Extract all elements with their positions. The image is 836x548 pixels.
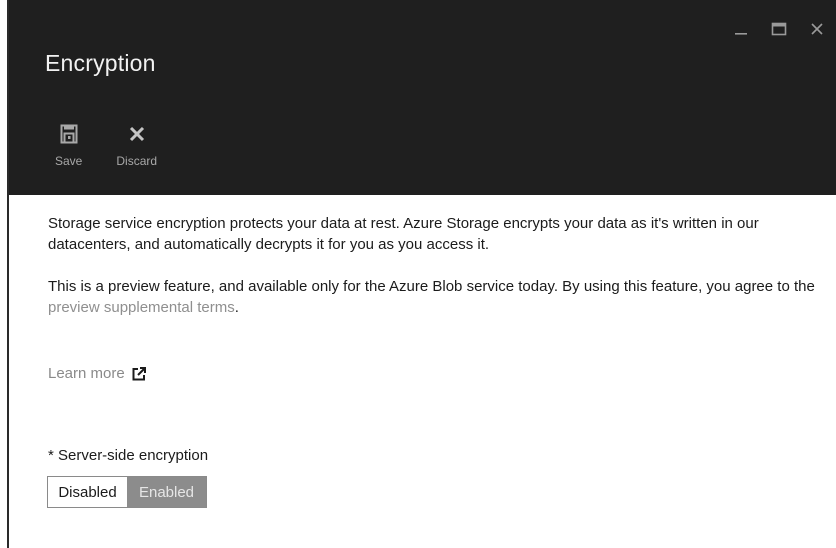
blade-header: Encryption Save Discard [9,0,836,195]
window-controls [722,14,836,44]
left-edge [0,0,9,548]
discard-icon [125,122,149,146]
command-bar: Save Discard [55,122,191,168]
description-text: Storage service encryption protects your… [48,215,759,253]
minimize-button[interactable] [722,14,760,44]
minimize-icon [734,22,748,36]
preview-terms-link[interactable]: preview supplemental terms [48,299,235,316]
save-icon [57,122,81,146]
maximize-icon [771,22,787,36]
learn-more-label: Learn more [48,365,125,382]
preview-end: . [234,299,239,316]
server-side-encryption-label: * Server-side encryption [48,447,209,464]
save-button[interactable]: Save [55,122,82,168]
discard-button[interactable]: Discard [116,122,157,168]
close-button[interactable] [798,14,836,44]
encryption-toggle: Disabled Enabled [47,476,207,508]
preview-notice: This is a preview feature, and available… [48,276,818,318]
disabled-option[interactable]: Disabled [48,477,127,507]
discard-label: Discard [116,154,158,168]
save-label: Save [55,154,83,168]
blade-title: Encryption [45,50,156,76]
blade-content: Storage service encryption protects your… [48,213,818,339]
learn-more-link[interactable]: Learn more [48,365,147,382]
enabled-option[interactable]: Enabled [127,477,206,507]
maximize-button[interactable] [760,14,798,44]
close-icon [810,22,824,36]
external-link-icon [131,366,147,382]
preview-text: This is a preview feature, and available… [48,278,815,295]
